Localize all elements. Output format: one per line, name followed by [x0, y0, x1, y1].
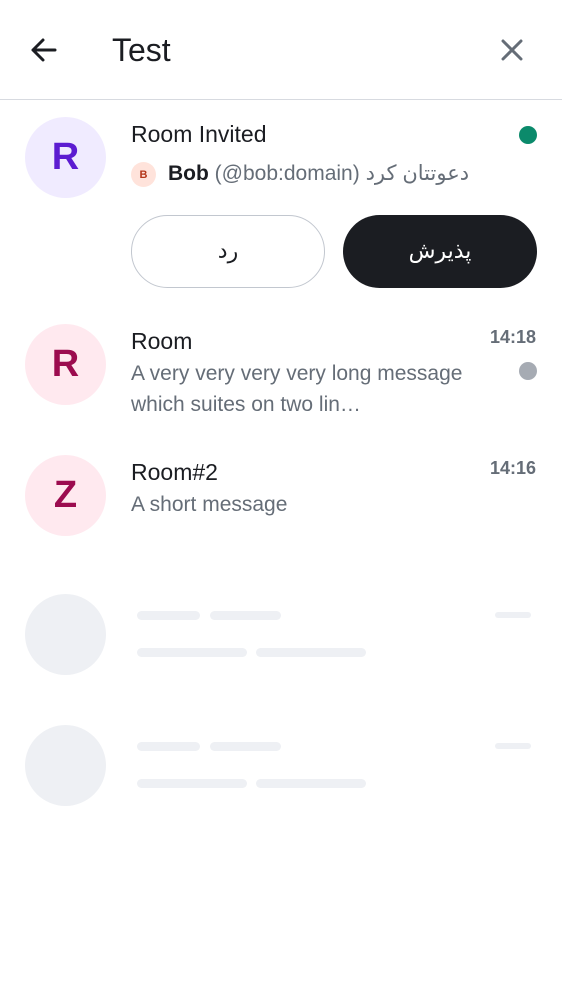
inviter-avatar: B	[131, 162, 156, 187]
top-app-bar: Test	[0, 0, 562, 100]
room-name: Room	[131, 328, 193, 354]
room-name: Room#2	[131, 459, 218, 485]
skeleton-bar	[137, 779, 247, 788]
skeleton-avatar	[25, 725, 106, 806]
avatar: Z	[25, 455, 106, 536]
skeleton-bar	[137, 648, 247, 657]
invited-text: دعوتتان کرد	[365, 162, 470, 185]
skeleton-bar	[210, 742, 281, 751]
arrow-left-icon	[31, 38, 57, 62]
inviter-id: (@bob:domain)	[214, 162, 360, 185]
close-icon	[501, 39, 523, 61]
room-name: Room Invited	[131, 121, 267, 147]
skeleton-avatar	[25, 594, 106, 675]
unread-indicator	[519, 126, 537, 144]
last-message: A short message	[131, 493, 288, 516]
avatar: R	[25, 324, 106, 405]
accept-button[interactable]: پذیرش	[343, 215, 537, 288]
timestamp: 14:18	[489, 327, 536, 347]
close-button[interactable]	[494, 32, 530, 68]
back-button[interactable]	[26, 32, 62, 68]
inviter-name: Bob	[168, 162, 209, 185]
skeleton-bar	[495, 612, 531, 618]
skeleton-bar	[210, 611, 281, 620]
timestamp: 14:16	[489, 458, 536, 478]
skeleton-bar	[256, 648, 366, 657]
skeleton-bar	[256, 779, 366, 788]
unread-indicator	[519, 362, 537, 380]
avatar: R	[25, 117, 106, 198]
skeleton-bar	[137, 611, 200, 620]
last-message: A very very very very long message which…	[131, 362, 463, 416]
page-title: Test	[112, 32, 171, 68]
skeleton-bar	[495, 743, 531, 749]
inviter-info: Bob (@bob:domain) دعوتتان کرد	[168, 159, 469, 189]
skeleton-bar	[137, 742, 200, 751]
decline-button[interactable]: رد	[131, 215, 325, 288]
